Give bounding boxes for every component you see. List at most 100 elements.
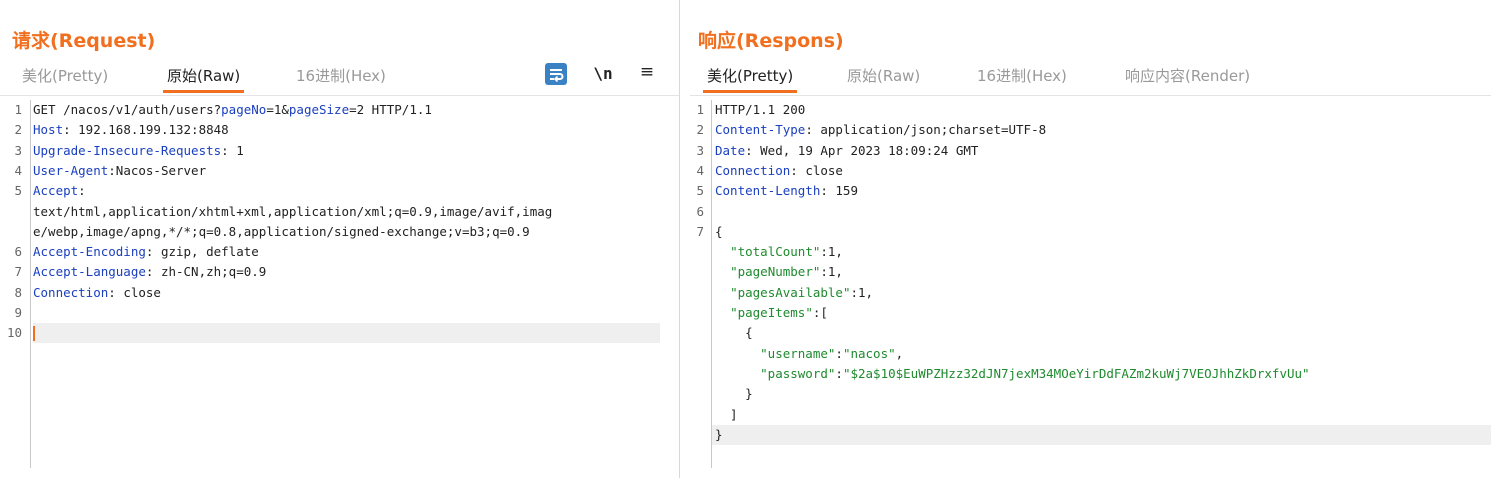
header-key: Accept-Encoding <box>33 244 146 260</box>
line-content: "totalCount":1, <box>715 242 843 262</box>
line-content: } <box>715 425 723 445</box>
line-content: Accept-Encoding: gzip, deflate <box>33 242 259 262</box>
header-key: Host <box>33 122 64 138</box>
code-line: 2 Host: 192.168.199.132:8848 <box>0 120 679 140</box>
line-content: Connection: close <box>33 283 161 303</box>
code-line: 8 Connection: close <box>0 283 679 303</box>
line-number: 9 <box>14 305 22 320</box>
code-line: } <box>690 384 1491 404</box>
tab-request-pretty[interactable]: 美化(Pretty) <box>22 65 108 86</box>
header-key: Content-Length <box>715 183 821 199</box>
code-token: :[ <box>812 305 828 320</box>
tab-request-hex[interactable]: 16进制(Hex) <box>296 65 386 86</box>
line-content: Accept-Language: zh-CN,zh;q=0.9 <box>33 262 266 282</box>
code-line: text/html,application/xhtml+xml,applicat… <box>0 202 679 222</box>
code-line: ] <box>690 405 1491 425</box>
header-key: Connection <box>715 162 791 178</box>
code-line: 6 <box>690 202 1491 222</box>
tab-response-hex[interactable]: 16进制(Hex) <box>977 65 1067 86</box>
newline-icon[interactable]: \n <box>593 64 613 88</box>
request-editor[interactable]: 1 GET /nacos/v1/auth/users?pageNo=1&pageS… <box>0 100 679 478</box>
tab-response-render[interactable]: 响应内容(Render) <box>1125 65 1250 86</box>
header-key: Connection <box>33 284 109 300</box>
line-content: "pageItems":[ <box>715 303 828 323</box>
line-content: Date: Wed, 19 Apr 2023 18:09:24 GMT <box>715 141 978 161</box>
json-string: "pageNumber" <box>730 264 821 280</box>
code-token: =2 HTTP/1.1 <box>349 102 432 117</box>
header-key: Content-Type <box>715 122 806 138</box>
line-content: Upgrade-Insecure-Requests: 1 <box>33 141 244 161</box>
line-number: 2 <box>14 122 22 138</box>
tab-request-raw[interactable]: 原始(Raw) <box>162 65 245 93</box>
code-line: "pageNumber":1, <box>690 262 1491 282</box>
line-number: 6 <box>696 203 704 219</box>
line-number: 7 <box>14 264 22 280</box>
menu-icon[interactable]: ≡ <box>637 62 657 86</box>
code-line: 4 User-Agent:Nacos-Server <box>0 161 679 181</box>
line-content: Accept: <box>33 181 86 201</box>
code-token: : <box>835 365 843 381</box>
code-token: : close <box>108 284 161 300</box>
line-content: "password":"$2a$10$EuWPZHzz32dJN7jexM34M… <box>715 364 1309 384</box>
pane-divider[interactable] <box>679 0 680 478</box>
code-token: :1, <box>820 264 843 280</box>
header-key: Accept <box>33 183 79 199</box>
line-content: } <box>715 384 753 404</box>
code-token: : <box>835 345 843 361</box>
code-token: { <box>715 325 753 341</box>
line-content: "username":"nacos", <box>715 344 903 364</box>
code-line: "totalCount":1, <box>690 242 1491 262</box>
line-content: HTTP/1.1 200 <box>715 100 805 120</box>
code-token: { <box>715 223 723 239</box>
line-number: 8 <box>14 284 22 300</box>
code-line: 7{ <box>690 222 1491 242</box>
header-key: pageNo <box>221 102 267 117</box>
request-title: 请求(Request) <box>12 30 156 52</box>
code-token: : 192.168.199.132:8848 <box>63 122 229 138</box>
line-number: 3 <box>14 142 22 158</box>
code-token: , <box>895 345 904 361</box>
wrap-lines-icon[interactable] <box>545 63 567 85</box>
line-content: ] <box>715 405 738 425</box>
header-key: pageSize <box>288 102 350 117</box>
code-token: : Wed, 19 Apr 2023 18:09:24 GMT <box>745 142 979 158</box>
code-line: 5 Accept: <box>0 181 679 201</box>
code-line: 3 Upgrade-Insecure-Requests: 1 <box>0 141 679 161</box>
code-token: text/html,application/xhtml+xml,applicat… <box>33 203 553 219</box>
code-line: 6 Accept-Encoding: gzip, deflate <box>0 242 679 262</box>
response-editor[interactable]: 1 HTTP/1.1 200 2 Content-Type: application/… <box>690 100 1491 478</box>
code-token: : 1 <box>221 142 244 158</box>
response-tabs: 美化(Pretty) 原始(Raw) 16进制(Hex) 响应内容(Render… <box>690 63 1491 93</box>
code-token: : close <box>790 162 843 178</box>
json-string: "pagesAvailable" <box>730 284 851 300</box>
code-token: } <box>715 426 723 442</box>
json-string: "totalCount" <box>730 244 821 260</box>
code-line: 1 HTTP/1.1 200 <box>690 100 1491 120</box>
code-line: 9 <box>0 303 679 323</box>
code-line: { <box>690 323 1491 343</box>
code-token: : <box>78 183 86 199</box>
code-line: "password":"$2a$10$EuWPZHzz32dJN7jexM34M… <box>690 364 1491 384</box>
request-pane: 请求(Request) 美化(Pretty) 原始(Raw) 16进制(Hex)… <box>0 0 679 478</box>
code-line: "pageItems":[ <box>690 303 1491 323</box>
response-title: 响应(Respons) <box>698 30 844 52</box>
line-content: "pagesAvailable":1, <box>715 283 873 303</box>
code-line: "pagesAvailable":1, <box>690 283 1491 303</box>
line-content: { <box>715 222 723 242</box>
line-number: 1 <box>14 102 22 117</box>
response-pane: 响应(Respons) 美化(Pretty) 原始(Raw) 16进制(Hex)… <box>690 0 1491 478</box>
line-content: { <box>715 323 753 343</box>
tabs-divider <box>690 95 1491 96</box>
tab-response-pretty[interactable]: 美化(Pretty) <box>702 65 798 93</box>
code-token: } <box>715 386 753 402</box>
code-line: 4 Connection: close <box>690 161 1491 181</box>
code-line: } <box>690 425 1491 445</box>
json-string: "password" <box>760 365 836 381</box>
line-content: Content-Length: 159 <box>715 181 858 201</box>
tab-response-raw[interactable]: 原始(Raw) <box>847 65 920 86</box>
line-content: "pageNumber":1, <box>715 262 843 282</box>
code-token: HTTP/1.1 200 <box>715 102 806 117</box>
